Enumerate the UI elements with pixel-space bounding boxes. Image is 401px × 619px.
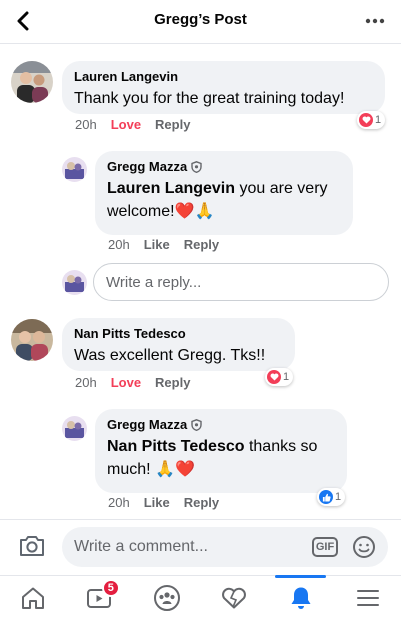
timestamp: 20h	[75, 375, 97, 390]
comment-text: Thank you for the great training today!	[74, 90, 345, 107]
heart-reaction-icon	[359, 113, 373, 127]
tab-dating[interactable]	[200, 576, 267, 619]
reply-button[interactable]: Reply	[155, 375, 190, 390]
avatar-gregg-mazza[interactable]	[62, 157, 87, 182]
admin-shield-icon	[191, 161, 202, 173]
comment-bubble[interactable]: Nan Pitts Tedesco Was excellent Gregg. T…	[62, 318, 295, 371]
reply-bubble[interactable]: Gregg Mazza Lauren Langevin you are very…	[95, 151, 353, 235]
heart-reaction-icon	[267, 370, 281, 384]
timestamp: 20h	[108, 237, 130, 252]
avatar-nan-pitts-tedesco[interactable]	[11, 319, 53, 361]
love-button[interactable]: Love	[111, 117, 141, 132]
comment-author[interactable]: Nan Pitts Tedesco	[74, 326, 283, 342]
comment-author[interactable]: Lauren Langevin	[74, 69, 373, 85]
admin-shield-icon	[191, 419, 202, 431]
comment-actions: 20h Love Reply	[75, 117, 190, 132]
tab-menu[interactable]	[334, 576, 401, 619]
reply-button[interactable]: Reply	[155, 117, 190, 132]
dating-icon	[221, 587, 246, 608]
tab-watch[interactable]: 5	[67, 576, 134, 619]
emoji-pray-heart: 🙏❤️	[155, 461, 195, 478]
like-button[interactable]: Like	[144, 237, 170, 252]
notification-badge: 5	[101, 579, 120, 597]
smiley-icon	[353, 536, 375, 558]
mention-link[interactable]: Lauren Langevin	[107, 180, 235, 197]
mention-link[interactable]: Nan Pitts Tedesco	[107, 438, 245, 455]
camera-icon	[20, 536, 44, 556]
reply-author[interactable]: Gregg Mazza	[107, 159, 187, 175]
avatar-lauren-langevin[interactable]	[11, 61, 53, 103]
bottom-tab-bar: 5	[0, 575, 401, 619]
timestamp: 20h	[75, 117, 97, 132]
tab-notifications[interactable]	[267, 575, 334, 619]
menu-icon	[356, 589, 379, 606]
comment-input[interactable]: Write a comment... GIF	[62, 527, 388, 567]
camera-button[interactable]	[18, 534, 46, 560]
page-title: Gregg’s Post	[154, 11, 247, 28]
reply-button[interactable]: Reply	[184, 237, 219, 252]
like-button[interactable]: Like	[144, 495, 170, 510]
home-icon	[22, 587, 45, 609]
reply-button[interactable]: Reply	[184, 495, 219, 510]
reply-bubble[interactable]: Gregg Mazza Nan Pitts Tedesco thanks so …	[95, 409, 347, 493]
thumbs-up-reaction-icon	[319, 490, 333, 504]
emoji-heart-pray: ❤️🙏	[174, 203, 215, 220]
avatar-current-user	[62, 270, 87, 295]
tab-home[interactable]	[0, 576, 67, 619]
love-button[interactable]: Love	[111, 375, 141, 390]
reply-input[interactable]: Write a reply...	[93, 263, 389, 301]
notifications-icon	[291, 587, 311, 609]
avatar-gregg-mazza[interactable]	[62, 416, 87, 441]
more-options-button[interactable]	[363, 9, 387, 33]
tab-groups[interactable]	[134, 576, 201, 619]
comment-bubble[interactable]: Lauren Langevin Thank you for the great …	[62, 61, 385, 114]
reaction-count[interactable]: 1	[265, 368, 294, 386]
timestamp: 20h	[108, 495, 130, 510]
gif-button[interactable]: GIF	[312, 537, 338, 557]
reply-actions: 20h Like Reply	[108, 237, 219, 252]
top-bar: Gregg’s Post	[0, 0, 401, 44]
reply-author[interactable]: Gregg Mazza	[107, 417, 187, 433]
comment-actions: 20h Love Reply	[75, 375, 190, 390]
groups-icon	[154, 584, 181, 611]
comment-composer: Write a comment... GIF	[0, 519, 401, 575]
comment-placeholder: Write a comment...	[74, 538, 208, 555]
emoji-button[interactable]	[352, 535, 376, 559]
more-dots-icon	[365, 18, 385, 24]
reply-actions: 20h Like Reply	[108, 495, 219, 510]
reaction-count[interactable]: 1	[317, 488, 346, 506]
reaction-count[interactable]: 1	[357, 111, 386, 129]
comment-text: Was excellent Gregg. Tks!!	[74, 347, 266, 364]
